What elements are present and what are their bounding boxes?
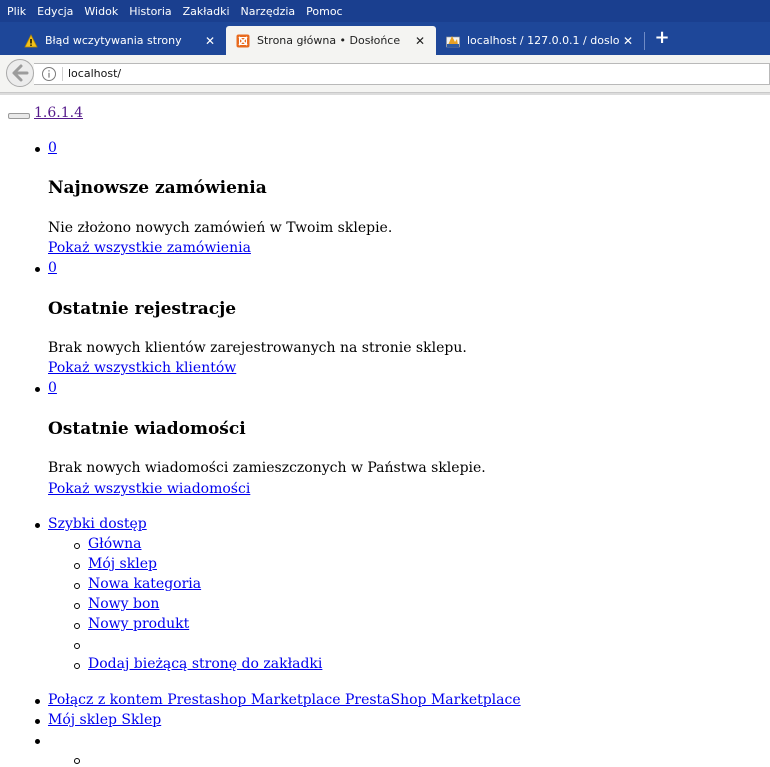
close-icon[interactable]: ✕ (412, 34, 428, 48)
quick-access-new-voucher[interactable]: Nowy bon (88, 596, 159, 612)
sublist-bullet (74, 663, 80, 669)
back-button[interactable] (6, 59, 34, 87)
address-bar[interactable]: localhost/ (34, 63, 770, 85)
prestashop-icon (236, 34, 250, 47)
menu-history[interactable]: Historia (125, 5, 175, 18)
sublist-bullet (74, 623, 80, 629)
list-bullet (35, 523, 40, 528)
close-icon[interactable]: ✕ (202, 34, 218, 48)
list-bullet (35, 387, 40, 392)
url-text[interactable]: localhost/ (68, 67, 121, 80)
quick-access-add-bookmark[interactable]: Dodaj bieżącą stronę do zakładki (88, 656, 322, 672)
menu-tools[interactable]: Narzędzia (237, 5, 300, 18)
marketplace-link[interactable]: Połącz z kontem Prestashop Marketplace P… (48, 692, 521, 708)
navigation-toolbar: localhost/ (0, 55, 770, 93)
tab-phpmyadmin[interactable]: localhost / 127.0.0.1 / doslon… ✕ (436, 26, 644, 55)
tab-title: localhost / 127.0.0.1 / doslon… (467, 34, 620, 47)
new-tab-button[interactable]: + (650, 26, 674, 50)
list-bullet (35, 739, 40, 744)
sublist-bullet (74, 563, 80, 569)
messages-message: Brak nowych wiadomości zamieszczonych w … (48, 460, 486, 476)
show-all-messages-link[interactable]: Pokaż wszystkie wiadomości (48, 481, 250, 497)
sublist-bullet (74, 758, 80, 764)
customers-heading: Ostatnie rejestracje (48, 299, 237, 319)
show-all-orders-link[interactable]: Pokaż wszystkie zamówienia (48, 240, 251, 256)
my-shop-link[interactable]: Mój sklep Sklep (48, 712, 161, 728)
sublist-bullet (74, 603, 80, 609)
messages-count-link[interactable]: 0 (48, 380, 57, 396)
customers-count-link[interactable]: 0 (48, 260, 57, 276)
list-bullet (35, 147, 40, 152)
menu-bookmarks[interactable]: Zakładki (179, 5, 234, 18)
show-all-customers-link[interactable]: Pokaż wszystkich klientów (48, 360, 236, 376)
list-bullet (35, 699, 40, 704)
menu-file[interactable]: Plik (3, 5, 30, 18)
tab-error[interactable]: Błąd wczytywania strony ✕ (14, 26, 226, 55)
tab-title: Strona główna • Dosłońce (257, 34, 401, 47)
phpmyadmin-icon (446, 35, 460, 47)
tab-separator (644, 32, 645, 50)
browser-chrome: Plik Edycja Widok Historia Zakładki Narz… (0, 0, 770, 95)
list-bullet (35, 267, 40, 272)
version-row: 1.6.1.4 (8, 105, 83, 121)
quick-access-link[interactable]: Szybki dostęp (48, 516, 147, 532)
menu-view[interactable]: Widok (80, 5, 122, 18)
sublist-bullet (74, 643, 80, 649)
customers-message: Brak nowych klientów zarejestrowanych na… (48, 340, 467, 356)
orders-heading: Najnowsze zamówienia (48, 178, 267, 198)
quick-access-new-category[interactable]: Nowa kategoria (88, 576, 201, 592)
tab-home[interactable]: Strona główna • Dosłońce ✕ (226, 26, 436, 55)
orders-message: Nie złożono nowych zamówień w Twoim skle… (48, 220, 393, 236)
list-bullet (35, 719, 40, 724)
close-icon[interactable]: ✕ (620, 34, 636, 48)
quick-access-home[interactable]: Główna (88, 536, 142, 552)
tab-title: Błąd wczytywania strony (45, 34, 182, 47)
quick-access-new-product[interactable]: Nowy produkt (88, 616, 189, 632)
menu-edit[interactable]: Edycja (33, 5, 77, 18)
menu-toggle-button[interactable] (8, 113, 30, 119)
sublist-bullet (74, 583, 80, 589)
messages-heading: Ostatnie wiadomości (48, 419, 246, 439)
back-arrow-icon (12, 64, 29, 82)
url-divider (62, 67, 63, 81)
sublist-bullet (74, 543, 80, 549)
version-link[interactable]: 1.6.1.4 (34, 105, 83, 121)
quick-access-my-shop[interactable]: Mój sklep (88, 556, 157, 572)
menu-bar: Plik Edycja Widok Historia Zakładki Narz… (0, 0, 770, 22)
page-content: 1.6.1.4 0 Najnowsze zamówienia Nie złożo… (0, 95, 770, 767)
menu-help[interactable]: Pomoc (302, 5, 346, 18)
orders-count-link[interactable]: 0 (48, 140, 57, 156)
warning-icon (24, 33, 38, 47)
info-icon[interactable] (41, 66, 57, 82)
